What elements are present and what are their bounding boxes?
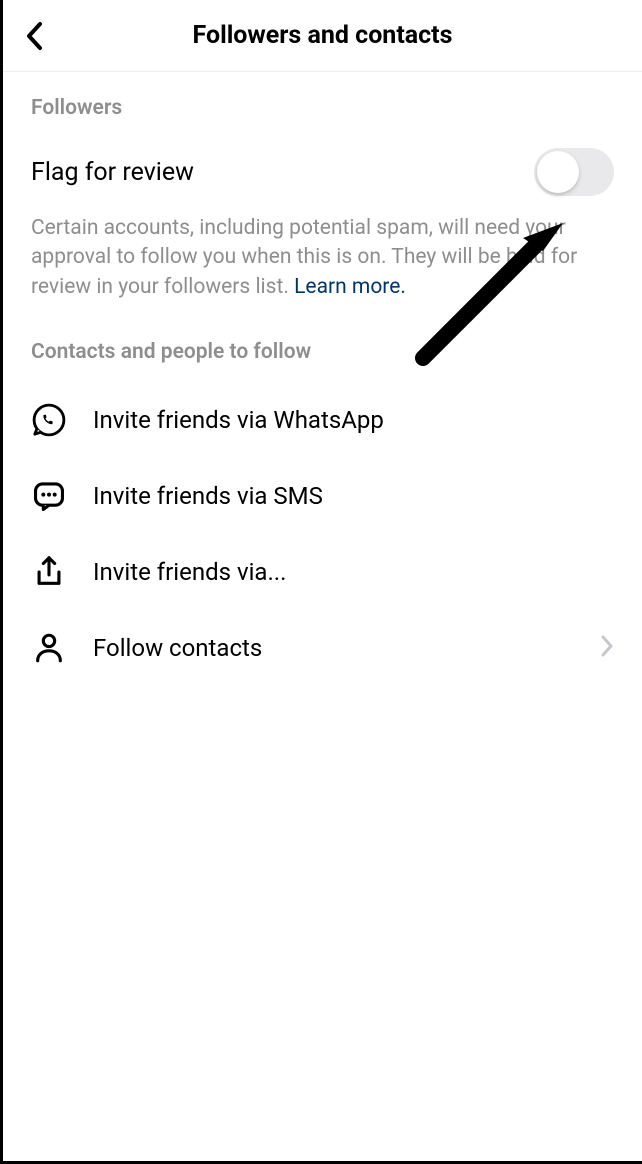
share-icon: [31, 554, 67, 590]
header: Followers and contacts: [3, 0, 642, 72]
back-button[interactable]: [19, 21, 49, 51]
invite-whatsapp-row[interactable]: Invite friends via WhatsApp: [31, 382, 614, 458]
invite-share-row[interactable]: Invite friends via...: [31, 534, 614, 610]
flag-for-review-row: Flag for review: [31, 138, 614, 214]
toggle-knob: [537, 151, 579, 193]
person-icon: [31, 630, 67, 666]
learn-more-link[interactable]: Learn more.: [294, 275, 406, 299]
section-header-followers: Followers: [31, 96, 614, 120]
page-title: Followers and contacts: [49, 21, 596, 50]
invite-sms-label: Invite friends via SMS: [93, 482, 614, 510]
invite-share-label: Invite friends via...: [93, 558, 614, 586]
flag-for-review-toggle[interactable]: [534, 148, 614, 196]
chevron-right-icon: [600, 634, 614, 662]
invite-whatsapp-label: Invite friends via WhatsApp: [93, 406, 614, 434]
section-header-contacts: Contacts and people to follow: [31, 340, 614, 364]
sms-icon: [31, 478, 67, 514]
invite-sms-row[interactable]: Invite friends via SMS: [31, 458, 614, 534]
flag-description: Certain accounts, including potential sp…: [31, 214, 614, 302]
follow-contacts-label: Follow contacts: [93, 634, 600, 662]
back-chevron-icon: [25, 21, 43, 51]
content: Followers Flag for review Certain accoun…: [3, 72, 642, 686]
follow-contacts-row[interactable]: Follow contacts: [31, 610, 614, 686]
whatsapp-icon: [31, 402, 67, 438]
flag-for-review-label: Flag for review: [31, 158, 194, 187]
